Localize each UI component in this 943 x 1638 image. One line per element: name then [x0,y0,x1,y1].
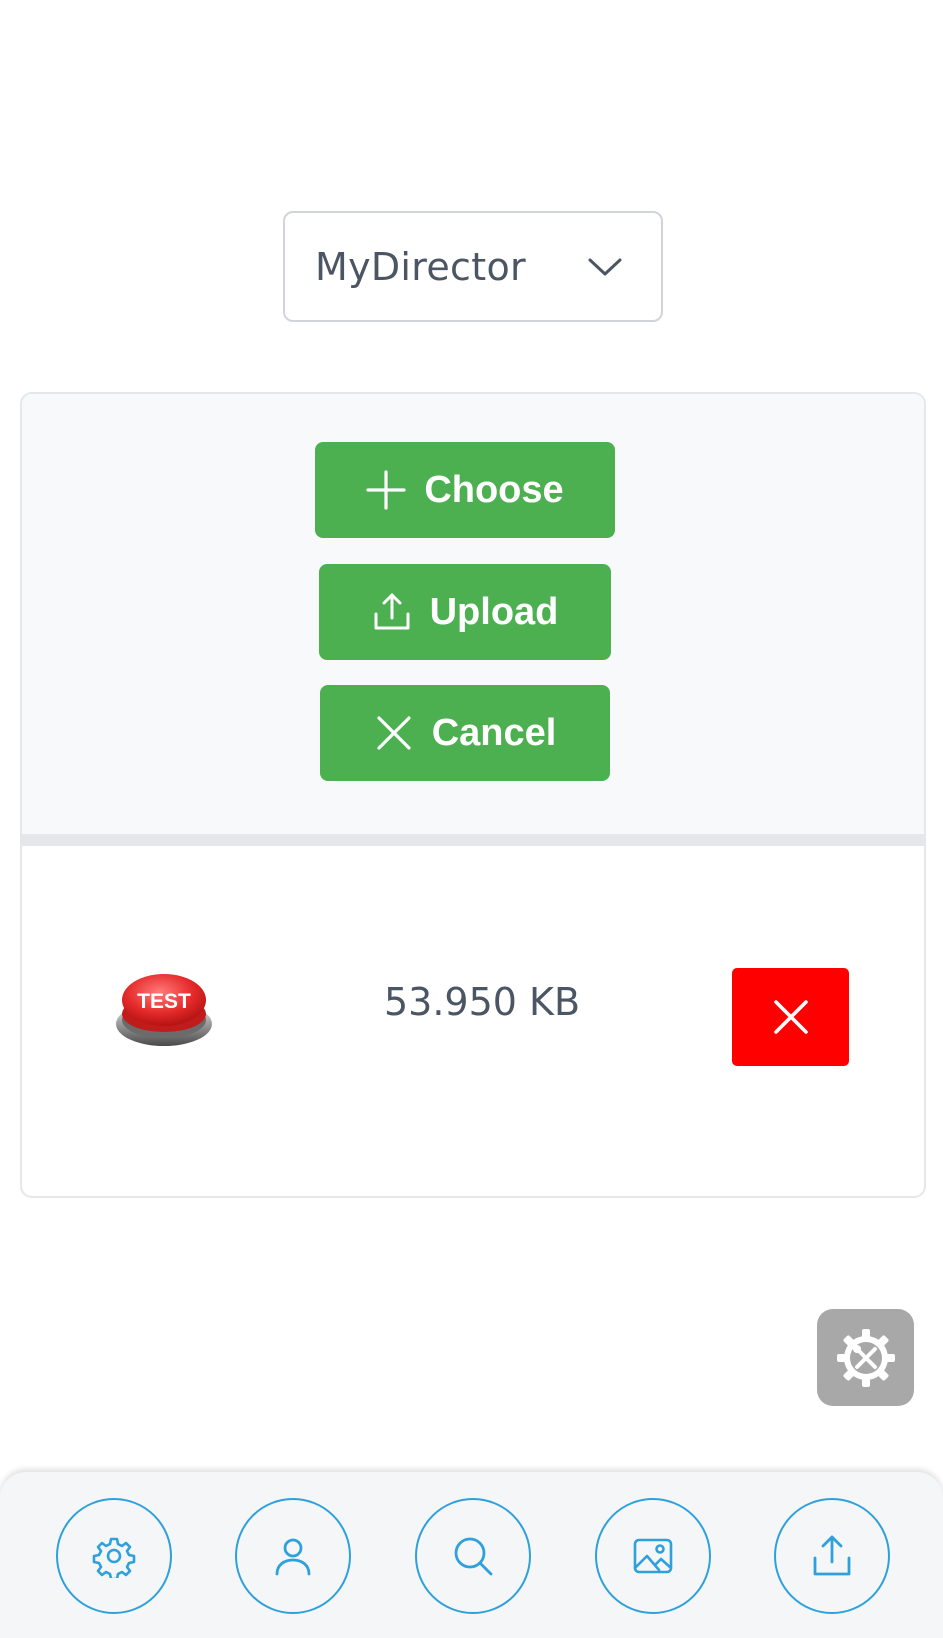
remove-file-button[interactable] [732,968,849,1066]
cancel-button[interactable]: Cancel [320,685,610,781]
upload-button[interactable]: Upload [319,564,611,660]
cancel-button-label: Cancel [431,711,557,754]
chevron-down-icon [588,258,622,275]
progress-bar-track [22,834,924,846]
close-icon [377,716,411,750]
upload-icon [813,1535,851,1576]
choose-button-label: Choose [424,468,564,511]
image-icon [633,1538,673,1574]
file-size: 53.950 KB [383,980,581,1024]
bottom-navigation [0,1472,943,1638]
search-icon [454,1537,493,1576]
settings-tools-icon [836,1328,895,1387]
directory-select-value: MyDirector [315,244,526,289]
plus-icon [366,470,406,510]
upload-icon [374,593,410,630]
settings-tools-button[interactable] [817,1309,914,1406]
thumbnail-text: TEST [137,990,191,1013]
close-icon [773,1000,808,1034]
file-upload-panel: Choose Upload Cancel TEST 53.950 KB [20,392,926,1198]
directory-select[interactable]: MyDirector [283,211,663,322]
nav-search-button[interactable] [415,1498,531,1614]
user-icon [275,1538,311,1576]
gear-icon [92,1537,136,1578]
nav-settings-button[interactable] [56,1498,172,1614]
upload-button-label: Upload [429,590,559,633]
upload-toolbar: Choose Upload Cancel [22,394,924,834]
choose-button[interactable]: Choose [315,442,615,538]
nav-gallery-button[interactable] [595,1498,711,1614]
nav-user-button[interactable] [235,1498,351,1614]
nav-upload-button[interactable] [774,1498,890,1614]
file-thumbnail: TEST [116,974,212,1046]
